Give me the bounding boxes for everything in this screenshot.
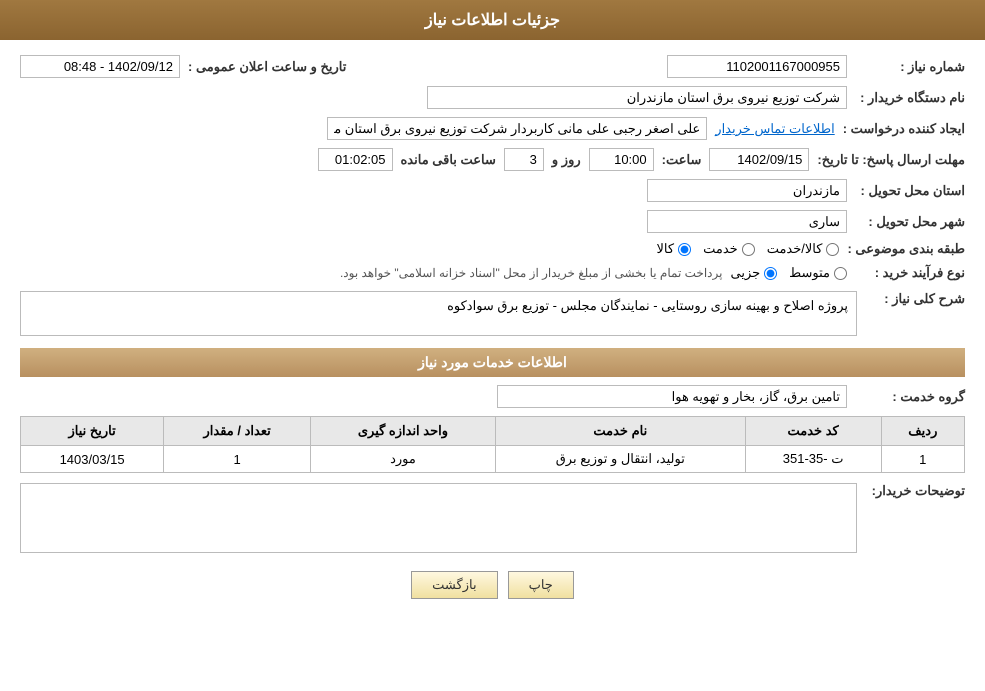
radio-motavaset-label: متوسط: [789, 265, 830, 281]
row-service-group: گروه خدمت :: [20, 385, 965, 408]
requester-label: ایجاد کننده درخواست :: [843, 121, 965, 137]
radio-motavaset[interactable]: [834, 267, 847, 280]
announcement-input[interactable]: [20, 55, 180, 78]
announcement-label: تاریخ و ساعت اعلان عمومی :: [188, 59, 346, 75]
deadline-days-input[interactable]: [504, 148, 544, 171]
purchase-type-label: نوع فرآیند خرید :: [855, 265, 965, 281]
service-group-input[interactable]: [497, 385, 847, 408]
deadline-remaining-label: ساعت باقی مانده: [401, 152, 496, 168]
cell-row-num: 1: [881, 446, 964, 473]
col-row-num: ردیف: [881, 417, 964, 446]
buyer-notes-label: توضیحات خریدار:: [865, 483, 965, 499]
row-buyer-org: نام دستگاه خریدار :: [20, 86, 965, 109]
purchase-type-radio-motavaset: متوسط: [789, 265, 847, 281]
deadline-label: مهلت ارسال پاسخ: تا تاریخ:: [817, 152, 965, 168]
requester-input[interactable]: [327, 117, 707, 140]
cell-date: 1403/03/15: [21, 446, 164, 473]
purchase-type-note: پرداخت تمام یا بخشی از مبلغ خریدار از مح…: [340, 266, 723, 280]
back-button[interactable]: بازگشت: [411, 571, 497, 599]
services-section-title: اطلاعات خدمات مورد نیاز: [20, 348, 965, 377]
radio-kala-label: کالا: [657, 241, 675, 257]
purchase-type-radio-jozi: جزیی: [730, 265, 777, 281]
services-table: ردیف کد خدمت نام خدمت واحد اندازه گیری ت…: [20, 416, 965, 473]
deadline-time-label: ساعت:: [662, 152, 702, 168]
row-requester: ایجاد کننده درخواست : اطلاعات تماس خریدا…: [20, 117, 965, 140]
col-quantity: تعداد / مقدار: [164, 417, 311, 446]
delivery-city-label: شهر محل تحویل :: [855, 214, 965, 230]
cell-quantity: 1: [164, 446, 311, 473]
col-service-code: کد خدمت: [745, 417, 881, 446]
radio-khedmat[interactable]: [742, 243, 755, 256]
category-radio-group: کالا/خدمت خدمت کالا: [657, 241, 840, 257]
description-label: شرح کلی نیاز :: [865, 291, 965, 307]
notes-content: [20, 483, 857, 556]
delivery-province-label: استان محل تحویل :: [855, 183, 965, 199]
row-deadline: مهلت ارسال پاسخ: تا تاریخ: ساعت: روز و س…: [20, 148, 965, 171]
row-category: طبقه بندی موضوعی : کالا/خدمت خدمت کالا: [20, 241, 965, 257]
row-delivery-province: استان محل تحویل :: [20, 179, 965, 202]
buyer-org-label: نام دستگاه خریدار :: [855, 90, 965, 106]
category-radio-khedmat: خدمت: [703, 241, 755, 257]
service-group-label: گروه خدمت :: [855, 389, 965, 405]
radio-kala-khedmat-label: کالا/خدمت: [767, 241, 823, 257]
description-value: پروژه اصلاح و بهینه سازی روستایی - نماین…: [447, 298, 848, 313]
category-radio-kala: کالا: [657, 241, 692, 257]
radio-jozi-label: جزیی: [730, 265, 760, 281]
page-header: جزئیات اطلاعات نیاز: [0, 0, 985, 40]
cell-service-code: ت -35-351: [745, 446, 881, 473]
radio-kala-khedmat[interactable]: [826, 243, 839, 256]
radio-kala[interactable]: [678, 243, 691, 256]
row-purchase-type: نوع فرآیند خرید : متوسط جزیی پرداخت تمام…: [20, 265, 965, 281]
buyer-notes-textarea[interactable]: [20, 483, 857, 553]
col-unit: واحد اندازه گیری: [310, 417, 495, 446]
notes-section: توضیحات خریدار:: [20, 483, 965, 556]
request-number-label: شماره نیاز :: [855, 59, 965, 75]
col-date: تاریخ نیاز: [21, 417, 164, 446]
purchase-type-radio-group: متوسط جزیی: [730, 265, 847, 281]
description-box: پروژه اصلاح و بهینه سازی روستایی - نماین…: [20, 291, 857, 336]
category-radio-kala-khedmat: کالا/خدمت: [767, 241, 840, 257]
deadline-time-input[interactable]: [589, 148, 654, 171]
page-title: جزئیات اطلاعات نیاز: [425, 12, 560, 29]
col-service-name: نام خدمت: [495, 417, 745, 446]
deadline-date-input[interactable]: [709, 148, 809, 171]
radio-khedmat-label: خدمت: [703, 241, 738, 257]
print-button[interactable]: چاپ: [508, 571, 574, 599]
category-label: طبقه بندی موضوعی :: [847, 241, 965, 257]
delivery-city-input[interactable]: [647, 210, 847, 233]
cell-service-name: تولید، انتقال و توزیع برق: [495, 446, 745, 473]
delivery-province-input[interactable]: [647, 179, 847, 202]
requester-link[interactable]: اطلاعات تماس خریدار: [715, 121, 834, 137]
buyer-org-input[interactable]: [427, 86, 847, 109]
content-area: شماره نیاز : تاریخ و ساعت اعلان عمومی : …: [0, 40, 985, 614]
description-section: شرح کلی نیاز : پروژه اصلاح و بهینه سازی …: [20, 291, 965, 336]
page-container: جزئیات اطلاعات نیاز شماره نیاز : تاریخ و…: [0, 0, 985, 691]
row-delivery-city: شهر محل تحویل :: [20, 210, 965, 233]
services-table-wrapper: ردیف کد خدمت نام خدمت واحد اندازه گیری ت…: [20, 416, 965, 473]
deadline-remaining-input[interactable]: [318, 148, 393, 171]
table-row: 1 ت -35-351 تولید، انتقال و توزیع برق مو…: [21, 446, 965, 473]
request-number-input[interactable]: [667, 55, 847, 78]
deadline-days-label: روز و: [552, 152, 581, 168]
cell-unit: مورد: [310, 446, 495, 473]
row-request-number: شماره نیاز : تاریخ و ساعت اعلان عمومی :: [20, 55, 965, 78]
radio-jozi[interactable]: [764, 267, 777, 280]
buttons-row: چاپ بازگشت: [20, 571, 965, 599]
